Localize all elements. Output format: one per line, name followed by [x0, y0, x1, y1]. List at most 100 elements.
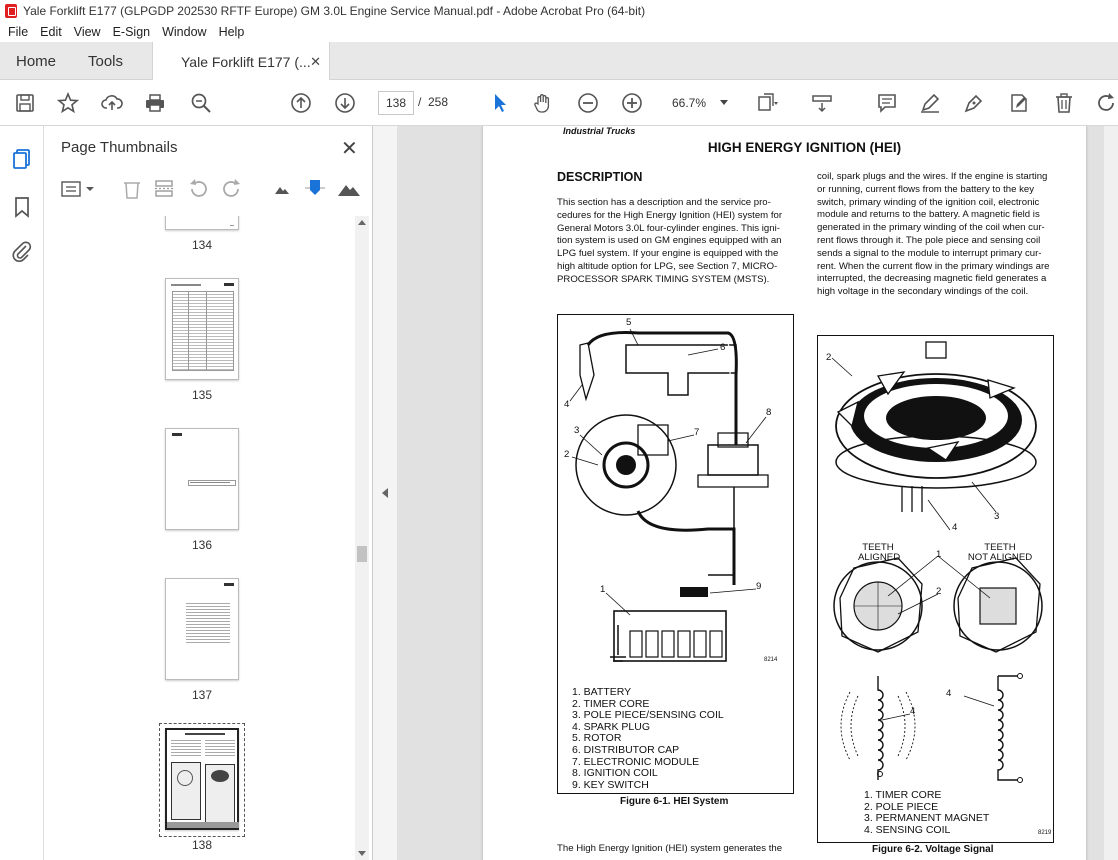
thumbnail-label: 136	[191, 538, 213, 552]
extract-page-icon[interactable]	[153, 178, 175, 200]
callout-3: 3	[994, 511, 1000, 522]
thumbnail-page[interactable]	[165, 578, 239, 680]
callout-9: 9	[756, 581, 762, 592]
callout-4: 4	[952, 522, 958, 533]
text-line: high voltage in the secondary windings o…	[817, 286, 1029, 298]
attachment-icon[interactable]	[11, 240, 33, 262]
window-title: Yale Forklift E177 (GLPGDP 202530 RFTF E…	[23, 4, 646, 18]
text-line: General Motors 3.0L four-cylinder engine…	[557, 222, 780, 234]
menu-edit[interactable]: Edit	[40, 25, 62, 39]
close-tab-icon[interactable]: ✕	[310, 54, 321, 70]
delete-page-icon[interactable]	[121, 178, 143, 200]
page-number-input[interactable]: 138	[378, 91, 414, 115]
upload-cloud-icon[interactable]	[100, 91, 124, 115]
highlight-pen-icon[interactable]	[918, 91, 942, 115]
brand-header: Industrial Trucks	[563, 126, 636, 136]
tab-tools[interactable]: Tools	[88, 42, 123, 80]
text-line: switch, primary winding of the ignition …	[817, 196, 1040, 208]
teeth-not-aligned-label: TEETH NOT ALIGNED	[967, 542, 1033, 563]
rotate-clockwise-icon[interactable]	[221, 178, 243, 200]
text-line: tion system is used on GM engines equipp…	[557, 235, 782, 247]
delete-icon[interactable]	[1052, 91, 1076, 115]
figure-code: 8214	[764, 657, 778, 663]
menu-view[interactable]: View	[74, 25, 101, 39]
chevron-down-icon	[720, 100, 728, 105]
scroll-up-icon[interactable]	[358, 220, 366, 225]
pdf-page: Industrial Trucks HIGH ENERGY IGNITION (…	[483, 126, 1086, 860]
tab-home[interactable]: Home	[16, 42, 56, 80]
legend-item: 4. SENSING COIL	[864, 823, 951, 836]
legend-item: 1. BATTERY	[572, 686, 632, 698]
tab-bar: Home Tools Yale Forklift E177 (... ✕	[0, 42, 1118, 81]
figure2-legend: 1. TIMER CORE 2. POLE PIECE 3. PERMANENT…	[864, 789, 989, 836]
thumbnail-larger-icon[interactable]	[337, 180, 361, 198]
thumbnail-page[interactable]	[165, 428, 239, 530]
legend-item: 6. DISTRIBUTOR CAP	[572, 743, 680, 756]
tab-document-label: Yale Forklift E177 (...	[181, 53, 311, 70]
thumbnail-page[interactable]	[165, 278, 239, 380]
zoom-in-icon[interactable]	[620, 91, 644, 115]
panel-splitter[interactable]	[373, 126, 397, 860]
thumbnail-size-slider[interactable]	[305, 178, 325, 198]
save-icon[interactable]	[13, 91, 37, 115]
page-thumbnails-panel: Page Thumbnails ✕ 134 135 136 137 138	[45, 126, 373, 860]
menu-esign[interactable]: E-Sign	[113, 25, 151, 39]
navigation-rail	[0, 126, 44, 860]
thumbnail-page-selected[interactable]	[165, 728, 239, 830]
legend-item: 9. KEY SWITCH	[572, 778, 649, 791]
document-scrollbar[interactable]	[1104, 126, 1118, 860]
thumbnail-label: 134	[191, 238, 213, 252]
text-line: coil, spark plugs and the wires. If the …	[817, 171, 1048, 182]
fit-page-icon[interactable]	[755, 91, 779, 115]
bookmark-star-icon[interactable]	[56, 91, 80, 115]
panel-toolbar	[45, 172, 373, 206]
thumbnail-list: 134 135 136 137 138	[45, 216, 357, 860]
rotate-icon[interactable]	[1094, 91, 1118, 115]
rotate-counterclockwise-icon[interactable]	[187, 178, 209, 200]
hei-system-diagram	[569, 328, 769, 662]
previous-page-icon[interactable]	[289, 91, 313, 115]
bottom-paragraph: The High Energy Ignition (HEI) system ge…	[557, 843, 783, 854]
text-line: or running, current flows from the batte…	[817, 183, 1035, 195]
collapse-panel-icon[interactable]	[382, 488, 388, 498]
zoom-search-icon[interactable]	[189, 91, 213, 115]
figure2-caption: Figure 6-2. Voltage Signal	[872, 844, 994, 855]
scroll-down-icon[interactable]	[358, 851, 366, 856]
menu-help[interactable]: Help	[219, 25, 245, 39]
figure1-caption: Figure 6-1. HEI System	[620, 796, 729, 807]
text-line: generated in the primary winding of the …	[817, 222, 1045, 234]
thumbnail-label: 137	[191, 688, 213, 702]
edit-pdf-icon[interactable]	[1007, 91, 1031, 115]
zoom-dropdown[interactable]: 66.7%	[660, 91, 734, 115]
page-thumbnails-icon[interactable]	[11, 148, 33, 170]
select-cursor-icon[interactable]	[488, 91, 512, 115]
acrobat-icon	[5, 4, 17, 18]
close-panel-icon[interactable]: ✕	[341, 136, 358, 161]
document-view[interactable]: Industrial Trucks HIGH ENERGY IGNITION (…	[397, 126, 1118, 860]
text-line: rent flows through it. The pole piece an…	[817, 234, 1041, 246]
options-menu-icon[interactable]	[61, 180, 97, 198]
thumbnail-page[interactable]	[165, 216, 239, 230]
scroll-mode-icon[interactable]	[810, 91, 834, 115]
zoom-out-icon[interactable]	[576, 91, 600, 115]
menu-bar: File Edit View E-Sign Window Help	[0, 22, 1118, 42]
figure-code: 8219	[1038, 830, 1052, 836]
legend-item: 1. TIMER CORE	[864, 789, 942, 801]
thumbnail-scrollbar[interactable]	[355, 216, 369, 860]
menu-file[interactable]: File	[8, 25, 28, 39]
callout-6: 6	[720, 342, 726, 353]
scrollbar-thumb[interactable]	[357, 546, 367, 562]
next-page-icon[interactable]	[333, 91, 357, 115]
hand-tool-icon[interactable]	[531, 91, 555, 115]
menu-window[interactable]: Window	[162, 25, 206, 39]
fill-sign-icon[interactable]	[962, 91, 986, 115]
print-icon[interactable]	[143, 91, 167, 115]
callout-1: 1	[936, 549, 942, 560]
comment-icon[interactable]	[875, 91, 899, 115]
thumbnail-smaller-icon[interactable]	[273, 182, 291, 196]
figure1-legend: 1. BATTERY 2. TIMER CORE 3. POLE PIECE/S…	[572, 686, 724, 791]
bookmark-icon[interactable]	[11, 196, 33, 218]
callout-2: 2	[936, 586, 942, 597]
thumbnail-label: 138	[191, 838, 213, 852]
tab-document[interactable]: Yale Forklift E177 (... ✕	[152, 42, 330, 81]
